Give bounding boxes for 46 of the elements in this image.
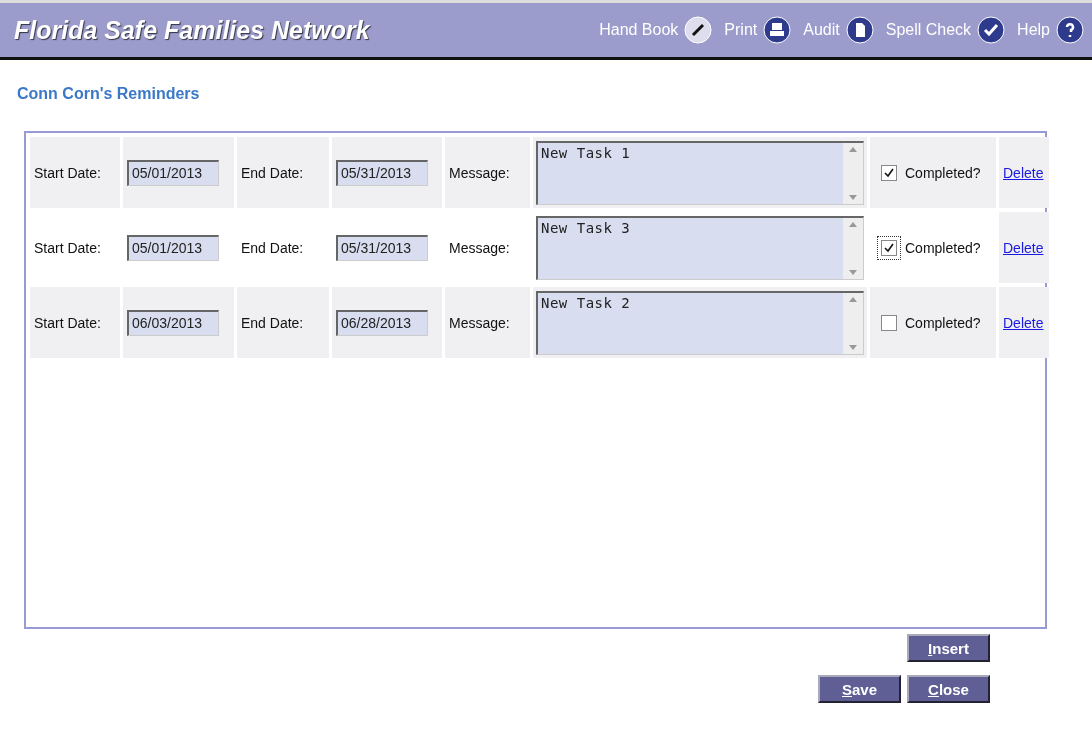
message-field[interactable]: New Task 2 — [536, 290, 864, 355]
field-label: End Date: — [241, 239, 304, 256]
message-field[interactable]: New Task 1 — [536, 140, 864, 205]
scroll-down-icon[interactable] — [849, 344, 857, 350]
checkmark-icon — [884, 242, 894, 253]
page-title: Conn Corn's Reminders — [17, 85, 201, 103]
help-icon — [1056, 16, 1084, 44]
scroll-up-icon[interactable] — [849, 296, 857, 302]
spellcheck-icon — [977, 16, 1006, 44]
insert-button[interactable]: Insert — [907, 634, 990, 662]
end-date-field[interactable]: 06/28/2013 — [336, 309, 428, 336]
checkbox-label: Completed? — [905, 164, 981, 181]
document-icon — [845, 16, 874, 44]
delete-link[interactable]: Delete — [1003, 164, 1044, 181]
close-button[interactable]: Close — [907, 675, 990, 703]
field-label: Start Date: — [34, 314, 101, 331]
end-date-field[interactable]: 05/31/2013 — [336, 234, 428, 261]
checkbox-label: Completed? — [905, 239, 981, 256]
pen-icon — [684, 16, 713, 44]
field-label: Message: — [449, 314, 510, 331]
scrollbar[interactable] — [843, 142, 863, 204]
delete-link[interactable]: Delete — [1003, 239, 1044, 256]
start-date-field[interactable]: 06/03/2013 — [127, 309, 219, 336]
app-title: Florida Safe Families Network — [14, 15, 372, 45]
field-label: Message: — [449, 239, 510, 256]
checkbox[interactable] — [877, 235, 901, 260]
start-date-field[interactable]: 05/01/2013 — [127, 159, 219, 186]
scrollbar[interactable] — [843, 292, 863, 354]
scroll-up-icon[interactable] — [849, 221, 857, 227]
scroll-up-icon[interactable] — [849, 146, 857, 152]
checkbox-label: Completed? — [905, 314, 981, 331]
field-label: Start Date: — [34, 164, 101, 181]
scroll-down-icon[interactable] — [849, 194, 857, 200]
start-date-field[interactable]: 05/01/2013 — [127, 234, 219, 261]
field-label: Start Date: — [34, 239, 101, 256]
field-label: End Date: — [241, 164, 304, 181]
save-button[interactable]: Save — [818, 675, 901, 703]
field-label: Message: — [449, 164, 510, 181]
scrollbar[interactable] — [843, 217, 863, 279]
delete-link[interactable]: Delete — [1003, 314, 1044, 331]
end-date-field[interactable]: 05/31/2013 — [336, 159, 428, 186]
field-label: End Date: — [241, 314, 304, 331]
printer-icon — [763, 16, 792, 44]
checkmark-icon — [884, 167, 894, 178]
message-field[interactable]: New Task 3 — [536, 215, 864, 280]
scroll-down-icon[interactable] — [849, 269, 857, 275]
